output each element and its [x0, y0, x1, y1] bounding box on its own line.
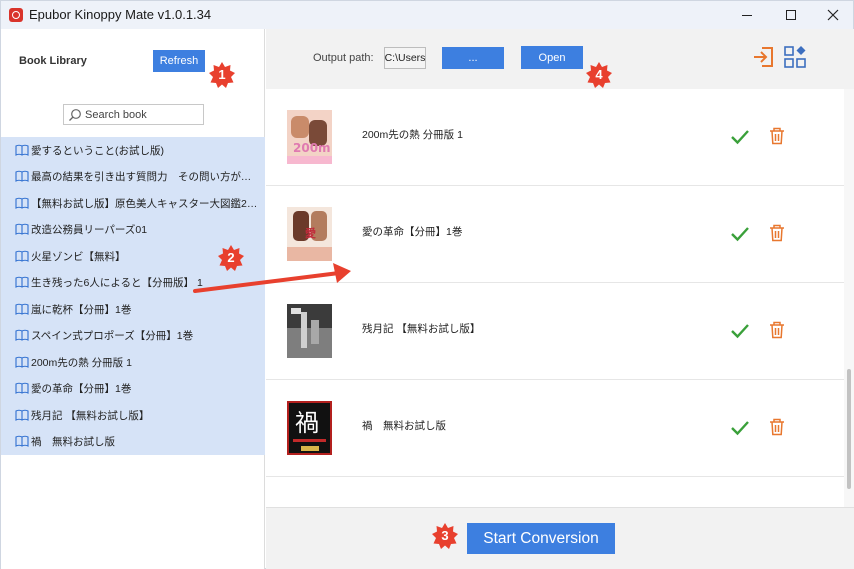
book-title: 残月記 【無料お試し版】: [31, 409, 150, 422]
scrollbar-thumb[interactable]: [847, 369, 851, 489]
check-icon: [731, 227, 749, 242]
book-title: 最高の結果を引き出す質問力 その問い方が、…: [31, 170, 259, 183]
conversion-title: 愛の革命【分冊】1巻: [362, 226, 463, 238]
book-list-item[interactable]: スペイン式プロポーズ【分冊】1巻: [1, 322, 265, 348]
conversion-row: 200m 200m先の熱 分冊版 1: [266, 89, 844, 186]
book-list-item[interactable]: 嵐に乾杯【分冊】1巻: [1, 296, 265, 322]
check-icon: [731, 421, 749, 436]
book-title: 嵐に乾杯【分冊】1巻: [31, 303, 132, 316]
book-list-item[interactable]: 禍 無料お試し版: [1, 428, 265, 454]
book-icon: [15, 276, 29, 288]
output-toolbar: Output path: C:\Users ... Open: [266, 29, 854, 89]
step-badge-2: 2: [217, 244, 245, 272]
book-list-item[interactable]: 200m先の熱 分冊版 1: [1, 349, 265, 375]
trash-icon[interactable]: [769, 127, 785, 145]
conversion-title: 残月記 【無料お試し版】: [362, 323, 481, 335]
book-title: 愛の革命【分冊】1巻: [31, 382, 132, 395]
start-conversion-button[interactable]: Start Conversion: [467, 523, 615, 554]
badge-number: 3: [441, 528, 449, 543]
book-title: 改造公務員リーパーズ01: [31, 223, 148, 236]
book-list-item[interactable]: 最高の結果を引き出す質問力 その問い方が、…: [1, 163, 265, 189]
book-list-item[interactable]: 【無料お試し版】原色美人キャスター大図鑑2017…: [1, 190, 265, 216]
bottom-bar: Start Conversion: [266, 507, 854, 569]
svg-text:愛: 愛: [305, 226, 316, 240]
close-icon: [827, 9, 839, 21]
output-path-label: Output path:: [313, 52, 374, 64]
browse-button[interactable]: ...: [442, 47, 504, 69]
conversion-title: 禍 無料お試し版: [362, 420, 446, 432]
badge-number: 4: [595, 67, 603, 82]
book-icon: [15, 197, 29, 209]
conversion-row: 禍 禍 無料お試し版: [266, 380, 844, 477]
search-input[interactable]: [85, 107, 200, 123]
export-icon[interactable]: [752, 45, 776, 69]
badge-number: 1: [218, 67, 226, 82]
minimize-button[interactable]: [725, 1, 769, 29]
book-icon: [15, 356, 29, 368]
open-button[interactable]: Open: [521, 46, 583, 69]
check-icon: [731, 324, 749, 339]
book-cover-image: 愛: [287, 207, 332, 261]
book-icon: [15, 144, 29, 156]
title-bar: Epubor Kinoppy Mate v1.0.1.34: [1, 1, 853, 29]
minimize-icon: [742, 14, 752, 16]
app-window: Epubor Kinoppy Mate v1.0.1.34 Book Libra…: [0, 0, 854, 569]
book-title: 【無料お試し版】原色美人キャスター大図鑑2017…: [31, 197, 259, 210]
trash-icon[interactable]: [769, 321, 785, 339]
output-path-field[interactable]: C:\Users: [384, 47, 426, 69]
book-icon: [15, 409, 29, 421]
maximize-icon: [786, 10, 796, 20]
sidebar: Book Library Refresh 愛するということ(お試し版) 最高の結…: [1, 29, 265, 569]
book-icon: [15, 250, 29, 262]
book-icon: [15, 435, 29, 447]
search-icon: [69, 109, 81, 121]
check-icon: [731, 130, 749, 145]
conversion-title: 200m先の熱 分冊版 1: [362, 129, 463, 141]
step-badge-4: 4: [585, 61, 613, 89]
book-icon: [15, 170, 29, 182]
badge-number: 2: [227, 250, 235, 265]
book-title: 愛するということ(お試し版): [31, 144, 164, 157]
library-label: Book Library: [19, 55, 87, 67]
window-title: Epubor Kinoppy Mate v1.0.1.34: [29, 7, 212, 22]
book-cover-image: 禍: [287, 401, 332, 455]
trash-icon[interactable]: [769, 418, 785, 436]
app-logo-icon: [9, 8, 23, 22]
book-title: スペイン式プロポーズ【分冊】1巻: [31, 329, 194, 342]
book-icon: [15, 329, 29, 341]
book-icon: [15, 223, 29, 235]
trash-icon[interactable]: [769, 224, 785, 242]
search-field[interactable]: [63, 104, 204, 125]
refresh-button[interactable]: Refresh: [153, 50, 205, 72]
book-icon: [15, 303, 29, 315]
vertical-scrollbar[interactable]: [844, 89, 854, 507]
book-list-item[interactable]: 改造公務員リーパーズ01: [1, 216, 265, 242]
book-icon: [15, 382, 29, 394]
book-cover-image: [287, 304, 332, 358]
book-list-item[interactable]: 愛するということ(お試し版): [1, 137, 265, 163]
book-title: 禍 無料お試し版: [31, 435, 115, 448]
book-list-item[interactable]: 愛の革命【分冊】1巻: [1, 375, 265, 401]
book-cover-image: 200m: [287, 110, 332, 164]
step-badge-1: 1: [208, 61, 236, 89]
step-badge-3: 3: [431, 522, 459, 550]
close-button[interactable]: [811, 1, 854, 29]
maximize-button[interactable]: [769, 1, 813, 29]
grid-view-icon[interactable]: [783, 45, 807, 69]
svg-text:禍: 禍: [295, 409, 319, 437]
svg-text:200m: 200m: [293, 141, 331, 155]
book-list-item[interactable]: 残月記 【無料お試し版】: [1, 402, 265, 428]
book-title: 200m先の熱 分冊版 1: [31, 356, 132, 369]
